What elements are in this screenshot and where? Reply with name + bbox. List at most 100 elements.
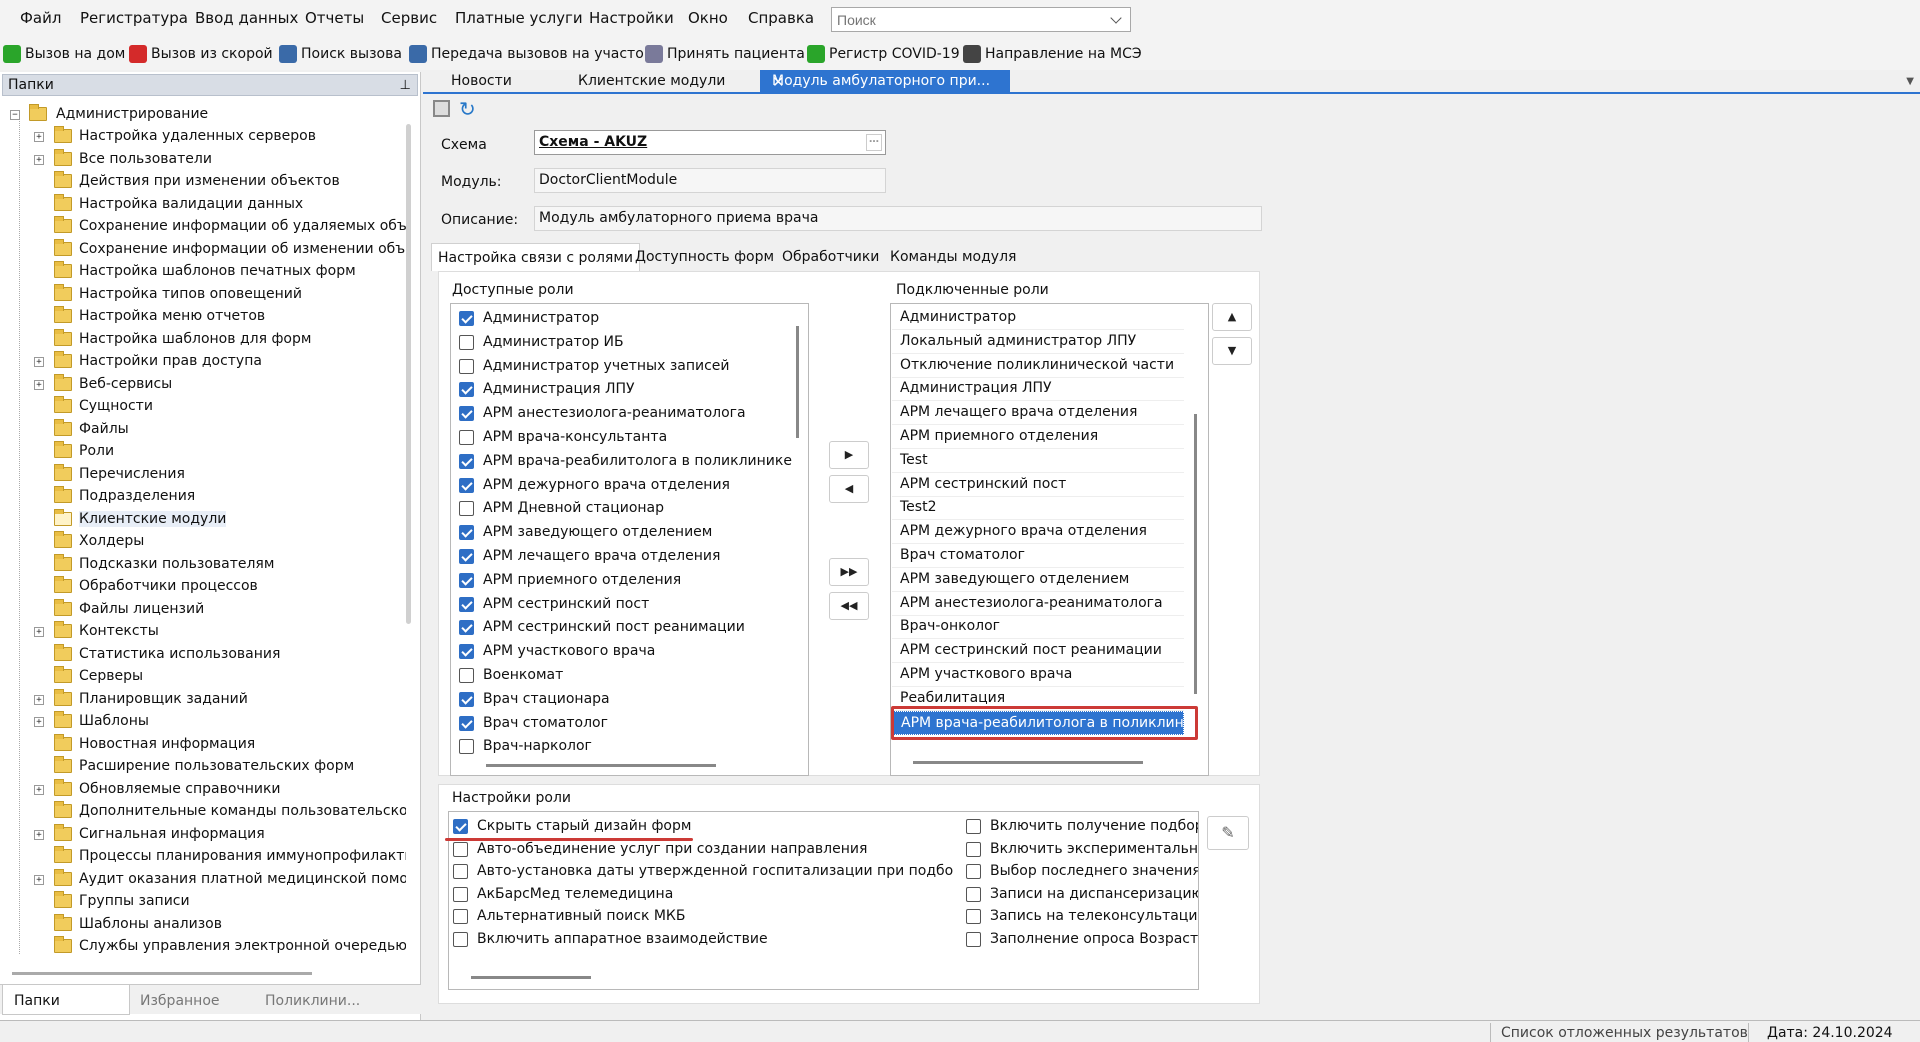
checkbox[interactable] — [459, 715, 474, 731]
role-setting-option[interactable]: Включить экспериментальны — [966, 839, 1198, 861]
expand-icon[interactable]: + — [34, 874, 44, 885]
menu-item[interactable]: Настройки — [589, 9, 674, 27]
connected-role-item[interactable]: АРМ лечащего врача отделения — [892, 401, 1184, 426]
toolbar-button[interactable]: Принять пациента — [645, 43, 805, 65]
expand-icon[interactable]: + — [34, 829, 44, 840]
tree-item[interactable]: Файлы — [2, 418, 406, 441]
expand-icon[interactable]: + — [34, 717, 44, 727]
browse-button[interactable]: … — [866, 134, 882, 151]
tree-item[interactable]: + Контексты — [2, 621, 406, 643]
checkbox[interactable] — [966, 864, 981, 879]
role-setting-option[interactable]: Авто-объединение услуг при создании напр… — [453, 839, 953, 861]
tab-module-commands[interactable]: Команды модуля — [884, 243, 1022, 271]
collapse-icon[interactable]: − — [10, 110, 20, 120]
tree-scrollbar[interactable] — [406, 124, 411, 624]
checkbox[interactable] — [453, 864, 468, 879]
tab-news[interactable]: Новости — [451, 73, 512, 89]
tree-item[interactable]: + Все пользователи — [2, 148, 406, 171]
tab-role-binding[interactable]: Настройка связи с ролями — [431, 243, 640, 271]
checkbox[interactable] — [966, 886, 981, 902]
menu-item[interactable]: Платные услуги — [455, 9, 583, 27]
menu-item[interactable]: Справка — [748, 9, 814, 27]
checkbox[interactable] — [453, 841, 468, 857]
tree-item[interactable]: Службы управления электронной очередью — [2, 936, 406, 958]
checkbox[interactable] — [966, 841, 981, 857]
checkbox[interactable] — [453, 886, 468, 902]
checkbox[interactable] — [459, 620, 474, 636]
tree-item[interactable]: Новостная информация — [2, 733, 406, 756]
menu-item[interactable]: Сервис — [381, 9, 437, 27]
tab-client-modules[interactable]: Клиентские модули — [578, 73, 725, 89]
tree-item[interactable]: Клиентские модули — [2, 508, 406, 531]
tree-item[interactable]: Роли — [2, 441, 406, 463]
remove-role-button[interactable]: ◀ — [829, 475, 869, 503]
connected-role-item[interactable]: АРМ приемного отделения — [892, 425, 1184, 449]
connected-role-item[interactable]: АРМ дежурного врача отделения — [892, 520, 1184, 545]
connected-role-item[interactable]: АРМ участкового врача — [892, 663, 1184, 687]
tree-item[interactable]: + Сигнальная информация — [2, 823, 406, 846]
tab-folders[interactable]: Папки — [14, 993, 60, 1009]
checkbox[interactable] — [459, 691, 474, 707]
role-setting-option[interactable]: Авто-установка даты утвержденной госпита… — [453, 861, 953, 883]
tree-item[interactable]: Процессы планирования иммунопрофилакти — [2, 846, 406, 868]
list-horizontal-scrollbar[interactable] — [486, 764, 716, 767]
checkbox[interactable] — [459, 739, 474, 755]
checkbox[interactable] — [459, 406, 474, 422]
tab-handlers[interactable]: Обработчики — [776, 243, 885, 271]
tab-polyclinic[interactable]: Поликлини... — [265, 993, 360, 1009]
checkbox[interactable] — [966, 909, 981, 924]
tree-item[interactable]: Настройка меню отчетов — [2, 306, 406, 328]
menu-item[interactable]: Ввод данных — [195, 9, 298, 27]
tree-item[interactable]: Сущности — [2, 396, 406, 418]
tree-item[interactable]: Обработчики процессов — [2, 576, 406, 598]
checkbox[interactable] — [459, 477, 474, 493]
tab-ambulatory-module[interactable]: Модуль амбулаторного при... ✕ — [760, 70, 1010, 94]
checkbox[interactable] — [459, 501, 474, 517]
checkbox[interactable] — [459, 572, 474, 588]
add-all-roles-button[interactable]: ▶▶ — [829, 558, 869, 586]
list-horizontal-scrollbar[interactable] — [471, 976, 591, 979]
connected-role-item[interactable]: АРМ заведующего отделением — [892, 568, 1184, 592]
checkbox[interactable] — [459, 668, 474, 683]
tree-item[interactable]: Статистика использования — [2, 643, 406, 666]
pending-results-link[interactable]: Список отложенных результатов — [1490, 1023, 1748, 1042]
add-role-button[interactable]: ▶ — [829, 441, 869, 469]
checkbox[interactable] — [459, 549, 474, 564]
expand-icon[interactable]: + — [34, 379, 44, 390]
tree-item[interactable]: Шаблоны анализов — [2, 913, 406, 936]
connected-role-item[interactable]: АРМ сестринский пост реанимации — [892, 639, 1184, 664]
tree-item[interactable]: Дополнительные команды пользовательского — [2, 801, 406, 823]
menu-item[interactable]: Окно — [688, 9, 728, 27]
toolbar-button[interactable]: Вызов из скорой — [129, 43, 273, 65]
tree-item[interactable]: Сохранение информации об удаляемых объе — [2, 216, 406, 238]
checkbox[interactable] — [966, 819, 981, 834]
tree-item[interactable]: + Планировщик заданий — [2, 688, 406, 711]
refresh-icon[interactable]: ↻ — [459, 97, 476, 121]
role-setting-option[interactable]: Заполнение опроса Возраст н — [966, 929, 1198, 951]
search-input[interactable] — [831, 7, 1131, 32]
connected-role-item[interactable]: Администрация ЛПУ — [892, 377, 1184, 402]
role-setting-option[interactable]: Выбор последнего значения н — [966, 861, 1198, 883]
checkbox[interactable] — [459, 430, 474, 445]
connected-role-item[interactable]: Отключение поликлинической части — [892, 354, 1184, 378]
connected-role-item[interactable]: Врач стоматолог — [892, 544, 1184, 568]
checkbox[interactable] — [459, 453, 474, 469]
checkbox[interactable] — [453, 909, 468, 924]
role-setting-option[interactable]: Скрыть старый дизайн форм — [453, 816, 953, 838]
tree-item[interactable]: Перечисления — [2, 463, 406, 486]
close-icon[interactable]: ✕ — [772, 73, 1002, 91]
tree-item[interactable]: Холдеры — [2, 531, 406, 553]
list-scrollbar[interactable] — [1194, 414, 1197, 694]
connected-role-item[interactable]: Локальный администратор ЛПУ — [892, 330, 1184, 354]
expand-icon[interactable]: + — [34, 132, 44, 142]
checkbox[interactable] — [966, 931, 981, 947]
toolbar-button[interactable]: Передача вызовов на участок — [409, 43, 652, 65]
tree-item[interactable]: Подсказки пользователям — [2, 553, 406, 576]
checkbox[interactable] — [459, 596, 474, 612]
schema-field[interactable]: Схема - AKUZ … — [534, 130, 886, 155]
description-field[interactable]: Модуль амбулаторного приема врача — [534, 206, 1262, 231]
role-setting-option[interactable]: Включить получение подборс — [966, 816, 1198, 838]
module-field[interactable]: DoctorClientModule — [534, 168, 886, 193]
connected-role-item[interactable]: Врач-онколог — [892, 615, 1184, 640]
tree-item[interactable]: Настройка типов оповещений — [2, 283, 406, 306]
